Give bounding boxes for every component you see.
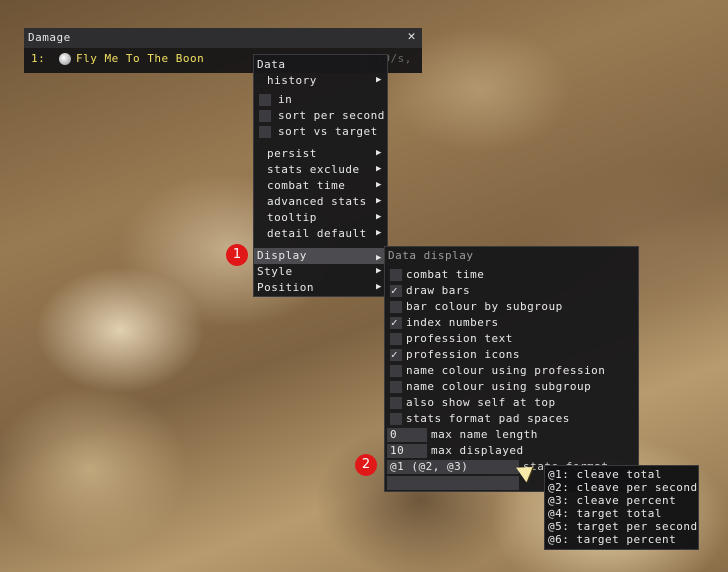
profession-icon bbox=[59, 53, 71, 65]
checkmark-icon: ✓ bbox=[391, 284, 399, 297]
dropdown-item[interactable]: @1: cleave total bbox=[548, 468, 662, 481]
display-option-row[interactable]: ✓ index numbers bbox=[385, 315, 635, 331]
dropdown-item[interactable]: @2: cleave per second bbox=[548, 481, 698, 494]
submenu-arrow-icon: ▶ bbox=[376, 228, 382, 238]
display-option-row[interactable]: profession text bbox=[385, 331, 635, 347]
menu-item-label: Display bbox=[257, 249, 307, 262]
display-option-row[interactable]: bar colour by subgroup bbox=[385, 299, 635, 315]
menu-header-data-display: Data display bbox=[388, 249, 474, 262]
max-name-length-input[interactable]: 0 bbox=[387, 428, 427, 442]
display-option-row[interactable]: also show self at top bbox=[385, 395, 635, 411]
submenu-arrow-icon: ▶ bbox=[376, 253, 382, 263]
menu-item-combat-time[interactable]: combat time bbox=[267, 178, 345, 194]
menu-item-label: history bbox=[267, 74, 317, 87]
data-context-menu: Data history ▶ in sort per second sort v… bbox=[253, 54, 388, 297]
option-label: name colour using subgroup bbox=[406, 380, 592, 393]
menu-item-position[interactable]: Position bbox=[257, 280, 314, 296]
option-label: name colour using profession bbox=[406, 364, 606, 377]
checkmark-icon: ✓ bbox=[391, 348, 399, 361]
submenu-arrow-icon: ▶ bbox=[376, 266, 382, 276]
submenu-arrow-icon: ▶ bbox=[376, 282, 382, 292]
submenu-arrow-icon: ▶ bbox=[376, 196, 382, 206]
display-option-row[interactable]: ✓ draw bars bbox=[385, 283, 635, 299]
display-submenu: Data display combat time ✓ draw bars bar co… bbox=[384, 246, 639, 492]
row-index: 1: bbox=[31, 52, 46, 65]
row-player-name: Fly Me To The Boon bbox=[76, 52, 205, 65]
option-label: profession icons bbox=[406, 348, 520, 361]
max-name-length-label: max name length bbox=[431, 428, 538, 441]
checkbox[interactable]: ✓ bbox=[390, 284, 402, 297]
menu-item-history[interactable]: history bbox=[267, 73, 385, 89]
input-value: @1 (@2, @3) bbox=[390, 460, 469, 473]
checkbox-sort-per-second[interactable] bbox=[259, 110, 271, 122]
checkbox[interactable]: ✓ bbox=[390, 348, 402, 361]
menu-header-data: Data bbox=[257, 58, 286, 71]
menu-label-sort-vs-target: sort vs target bbox=[278, 125, 378, 138]
annotation-badge-2: 2 bbox=[355, 454, 377, 476]
option-label: profession text bbox=[406, 332, 513, 345]
checkbox[interactable] bbox=[390, 269, 402, 281]
checkbox[interactable] bbox=[390, 301, 402, 313]
menu-item-persist[interactable]: persist bbox=[267, 146, 317, 162]
option-label: combat time bbox=[406, 268, 485, 281]
option-label: also show self at top bbox=[406, 396, 556, 409]
damage-window-title: Damage bbox=[28, 31, 71, 44]
checkbox[interactable] bbox=[390, 381, 402, 393]
checkbox[interactable]: ✓ bbox=[390, 316, 402, 329]
checkbox[interactable] bbox=[390, 413, 402, 425]
menu-item-advanced-stats[interactable]: advanced stats bbox=[267, 194, 367, 210]
submenu-arrow-icon: ▶ bbox=[376, 75, 382, 85]
checkmark-icon: ✓ bbox=[391, 316, 399, 329]
stats-format-dropdown: @1: cleave total @2: cleave per second @3:… bbox=[544, 465, 699, 550]
close-icon[interactable]: ✕ bbox=[408, 29, 416, 44]
option-label: stats format pad spaces bbox=[406, 412, 570, 425]
max-displayed-input[interactable]: 10 bbox=[387, 444, 427, 458]
checkbox[interactable] bbox=[390, 397, 402, 409]
annotation-badge-1: 1 bbox=[226, 244, 248, 266]
submenu-arrow-icon: ▶ bbox=[376, 180, 382, 190]
option-label: index numbers bbox=[406, 316, 499, 329]
input-value: 0 bbox=[390, 428, 398, 441]
input-value: 10 bbox=[390, 444, 405, 457]
dropdown-item[interactable]: @5: target per second bbox=[548, 520, 698, 533]
menu-label-in: in bbox=[278, 93, 293, 106]
checkbox[interactable] bbox=[390, 333, 402, 345]
menu-label-sort-per-second: sort per second bbox=[278, 109, 385, 122]
menu-item-detail-default[interactable]: detail default bbox=[267, 226, 367, 242]
display-option-row[interactable]: combat time bbox=[385, 267, 635, 283]
dropdown-item[interactable]: @6: target percent bbox=[548, 533, 676, 546]
submenu-arrow-icon: ▶ bbox=[376, 164, 382, 174]
max-displayed-label: max displayed bbox=[431, 444, 524, 457]
display-option-row[interactable]: name colour using subgroup bbox=[385, 379, 635, 395]
menu-item-stats-exclude[interactable]: stats exclude bbox=[267, 162, 360, 178]
checkbox-sort-vs-target[interactable] bbox=[259, 126, 271, 138]
dropdown-item[interactable]: @4: target total bbox=[548, 507, 662, 520]
display-option-row[interactable]: ✓ profession icons bbox=[385, 347, 635, 363]
option-label: draw bars bbox=[406, 284, 471, 297]
display-option-row[interactable]: stats format pad spaces bbox=[385, 411, 635, 427]
submenu-arrow-icon: ▶ bbox=[376, 148, 382, 158]
menu-item-display[interactable]: Display ▶ bbox=[254, 248, 387, 264]
dropdown-item[interactable]: @3: cleave percent bbox=[548, 494, 676, 507]
damage-window-titlebar[interactable]: Damage ✕ bbox=[24, 28, 422, 48]
menu-item-style[interactable]: Style bbox=[257, 264, 293, 280]
checkbox-in[interactable] bbox=[259, 94, 271, 106]
stats-format-second-input[interactable] bbox=[387, 476, 519, 490]
display-option-row[interactable]: name colour using profession bbox=[385, 363, 635, 379]
stats-format-input[interactable]: @1 (@2, @3) bbox=[387, 460, 519, 474]
option-label: bar colour by subgroup bbox=[406, 300, 563, 313]
checkbox[interactable] bbox=[390, 365, 402, 377]
submenu-arrow-icon: ▶ bbox=[376, 212, 382, 222]
menu-item-tooltip[interactable]: tooltip bbox=[267, 210, 317, 226]
